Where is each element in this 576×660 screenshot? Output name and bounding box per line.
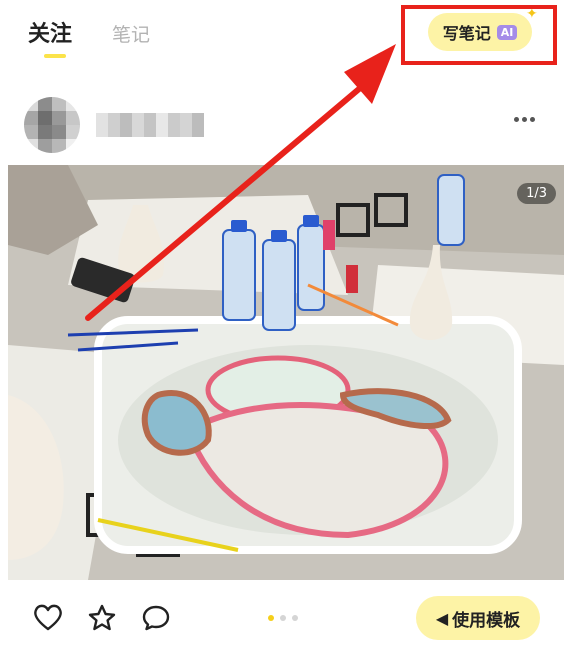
heart-icon[interactable] — [33, 603, 63, 635]
page-indicator — [268, 615, 298, 621]
template-icon: ◀ — [435, 608, 449, 628]
use-template-button[interactable]: ◀ 使用模板 — [416, 596, 540, 640]
page-dot — [280, 615, 286, 621]
page-dot — [292, 615, 298, 621]
page-dot-active — [268, 615, 274, 621]
use-template-label: 使用模板 — [452, 610, 521, 631]
comment-icon[interactable] — [141, 603, 171, 637]
annotation-arrow-icon — [85, 44, 396, 321]
star-icon[interactable] — [87, 603, 117, 637]
